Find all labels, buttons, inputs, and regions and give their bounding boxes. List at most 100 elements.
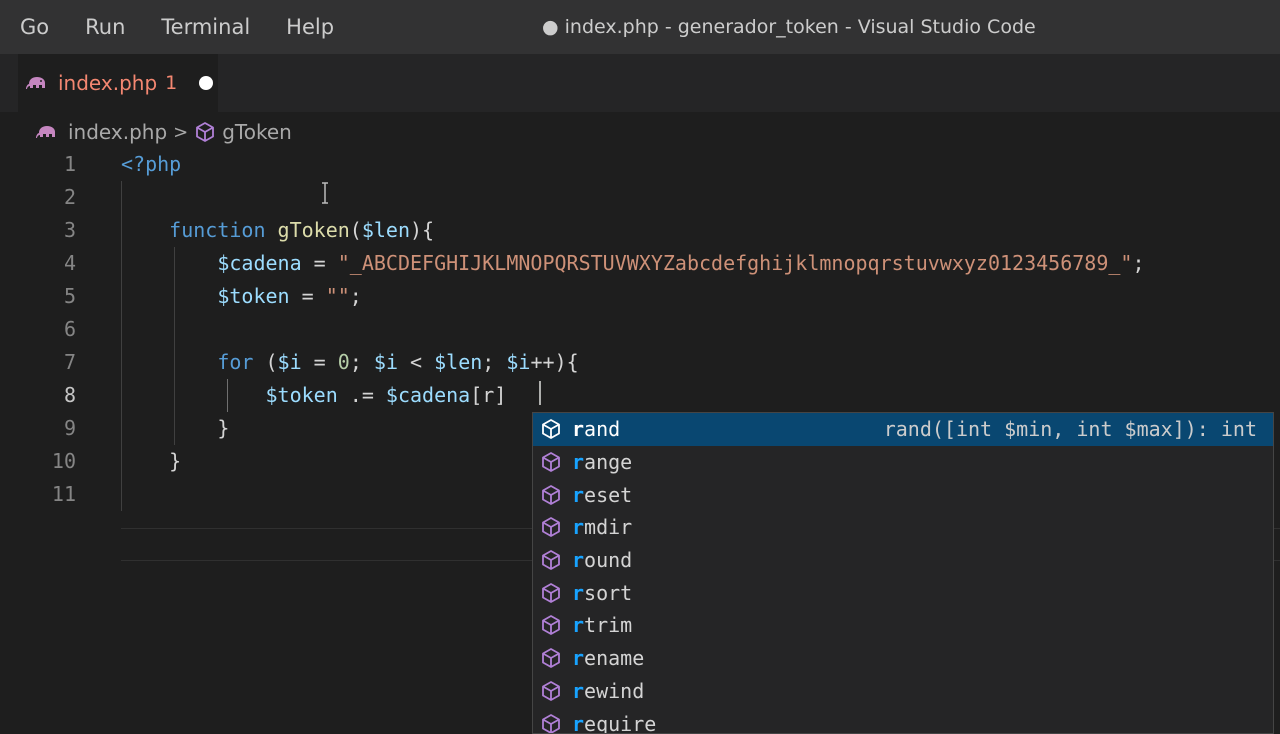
suggestion-rest: mdir	[584, 515, 633, 540]
breadcrumb-file[interactable]: index.php	[68, 120, 167, 144]
code-token: }	[217, 416, 230, 440]
suggestion-rest: and	[584, 417, 621, 442]
code-token: ){	[410, 218, 435, 242]
code-line[interactable]: 4 $cadena = "_ABCDEFGHIJKLMNOPQRSTUVWXYZ…	[0, 247, 1280, 280]
code-token: ;	[1132, 251, 1145, 275]
code-line[interactable]: 6	[0, 313, 1280, 346]
suggestion-item[interactable]: range	[533, 446, 1273, 479]
code-line[interactable]: 5 $token = "";	[0, 280, 1280, 313]
title-bar: Go Run Terminal Help ● index.php - gener…	[0, 0, 1280, 54]
line-number: 6	[63, 317, 76, 341]
suggestion-label: require	[572, 712, 656, 733]
suggestion-label: round	[572, 548, 632, 572]
code-token: <	[398, 350, 435, 374]
code-text: $token .= $cadena[r]	[121, 379, 507, 412]
code-token: ;	[349, 350, 374, 374]
suggestion-item[interactable]: rewind	[533, 675, 1273, 708]
menu-terminal[interactable]: Terminal	[143, 0, 268, 54]
suggestion-label: rename	[572, 646, 644, 670]
suggestion-item[interactable]: rtrim	[533, 609, 1273, 642]
code-token: $i	[506, 350, 531, 374]
suggestion-label: rsort	[572, 581, 632, 605]
code-text: $token = "";	[121, 280, 362, 313]
code-text: $cadena = "_ABCDEFGHIJKLMNOPQRSTUVWXYZab…	[121, 247, 1145, 280]
problem-count-badge: 1	[165, 72, 178, 94]
code-token: $i	[277, 350, 302, 374]
suggestion-match: r	[572, 515, 585, 540]
suggestion-rest: trim	[584, 613, 633, 638]
code-line[interactable]: 7 for ($i = 0; $i < $len; $i++){	[0, 346, 1280, 379]
suggestion-match: r	[572, 580, 585, 605]
method-cube-icon	[540, 451, 562, 473]
line-number: 8	[63, 383, 76, 407]
suggestion-rest: ewind	[584, 678, 645, 703]
suggestion-rest: sort	[584, 580, 633, 605]
method-cube-icon	[196, 122, 215, 142]
code-text: for ($i = 0; $i < $len; $i++){	[121, 346, 578, 379]
code-token: "_ABCDEFGHIJKLMNOPQRSTUVWXYZabcdefghijkl…	[337, 251, 1133, 275]
suggestion-item[interactable]: rsort	[533, 576, 1273, 609]
menu-go[interactable]: Go	[0, 0, 67, 54]
method-cube-icon	[540, 484, 562, 506]
suggestion-item[interactable]: require	[533, 707, 1273, 733]
suggestion-item[interactable]: rename	[533, 642, 1273, 675]
menu-help[interactable]: Help	[268, 0, 352, 54]
code-line[interactable]: 1 <?php	[0, 148, 1280, 181]
method-cube-icon	[540, 418, 562, 440]
suggestion-label: range	[572, 450, 632, 474]
suggestion-item[interactable]: rand rand([int $min, int $max]): int	[533, 413, 1273, 446]
method-cube-icon	[540, 614, 562, 636]
method-cube-icon	[540, 549, 562, 571]
code-text: }	[121, 412, 229, 445]
code-line[interactable]: 8 $token .= $cadena[r]	[0, 379, 1280, 412]
php-elephant-icon	[36, 126, 55, 138]
breadcrumb: index.php > gToken	[36, 116, 292, 148]
line-number: 3	[63, 218, 76, 242]
suggestion-item[interactable]: reset	[533, 478, 1273, 511]
line-number: 5	[63, 284, 76, 308]
method-cube-icon	[540, 713, 562, 733]
method-cube-icon	[540, 680, 562, 702]
code-line[interactable]: 3 function gToken($len){	[0, 214, 1280, 247]
code-token: $len	[361, 218, 411, 242]
indent-guide	[227, 379, 228, 412]
window-title: ● index.php - generador_token - Visual S…	[542, 16, 1036, 38]
suggestion-label: rand	[572, 417, 620, 441]
suggestion-match: r	[572, 613, 585, 638]
tab-index-php[interactable]: index.php 1	[18, 54, 218, 112]
suggestion-rest: ename	[584, 646, 645, 671]
menu-run[interactable]: Run	[67, 0, 143, 54]
code-token: <?php	[121, 152, 182, 176]
unsaved-dot-icon[interactable]	[199, 76, 214, 90]
method-cube-icon	[540, 516, 562, 538]
line-number: 9	[63, 416, 76, 440]
suggestion-match: r	[572, 450, 585, 475]
suggestion-item[interactable]: rmdir	[533, 511, 1273, 544]
line-number: 11	[51, 482, 76, 506]
suggestion-match: r	[572, 482, 585, 507]
code-token: $i	[373, 350, 398, 374]
code-text: function gToken($len){	[121, 214, 434, 247]
suggestion-rest: ound	[584, 548, 633, 573]
suggestion-match: r	[572, 417, 585, 442]
line-number: 7	[63, 350, 76, 374]
ibeam-cursor-icon	[322, 182, 328, 204]
code-token: function	[169, 218, 278, 242]
line-number: 1	[63, 152, 76, 176]
suggestion-label: rtrim	[572, 613, 632, 637]
suggestion-item[interactable]: round	[533, 544, 1273, 577]
suggestion-label: rmdir	[572, 515, 632, 539]
suggestion-match: r	[572, 646, 585, 671]
code-token: (	[265, 350, 278, 374]
suggestion-widget[interactable]: rand rand([int $min, int $max]): int range…	[532, 412, 1274, 734]
code-line[interactable]: 2	[0, 181, 1280, 214]
code-token: =	[301, 251, 338, 275]
code-token: }	[169, 449, 182, 473]
breadcrumb-symbol[interactable]: gToken	[222, 120, 292, 144]
php-elephant-icon	[26, 77, 45, 89]
code-token: $cadena	[385, 383, 471, 407]
